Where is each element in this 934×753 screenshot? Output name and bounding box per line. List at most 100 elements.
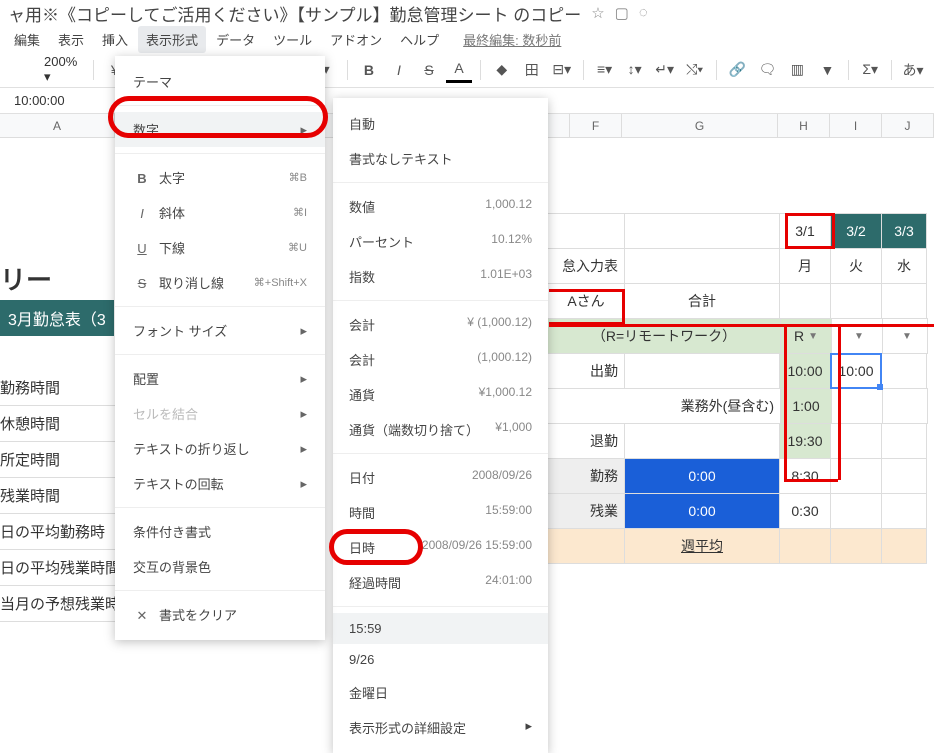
cell-zangyo-000[interactable]: 0:00 [624,493,780,529]
cell-asan[interactable]: Aさん [547,283,625,319]
cell-taikin[interactable]: 退勤 [547,423,625,459]
strike-icon[interactable]: S [416,57,442,83]
chart-icon[interactable]: ▥ [784,57,810,83]
functions-icon[interactable]: Σ▾ [857,57,883,83]
cell-total[interactable]: 合計 [624,283,780,319]
cell-h830[interactable]: 8:30 [779,458,831,494]
zoom-select[interactable]: 200% ▾ [38,54,85,85]
borders-icon[interactable]: 田 [519,57,545,83]
cell-kinmu[interactable]: 勤務 [547,458,625,494]
halign-icon[interactable]: ≡▾ [592,57,618,83]
cell-shukkin[interactable]: 出勤 [547,353,625,389]
cell-r-h[interactable]: R▼ [780,318,832,354]
menu-tools[interactable]: ツール [265,26,320,53]
cell-remote-label[interactable]: （R=リモートワーク） [547,318,781,354]
star-icon[interactable]: ☆ [591,4,604,22]
cell-r-i[interactable]: ▼ [831,318,883,354]
doc-title[interactable]: ャ用※《コピーしてご活用ください》【サンプル】勤怠管理シート のコピー [8,1,581,26]
move-icon[interactable]: ▢ [615,4,629,22]
menu-theme[interactable]: テーマ [115,64,325,99]
cell-i1000[interactable]: 10:00 [830,353,882,389]
menu-clear[interactable]: ✕書式をクリア [115,597,325,632]
cell-h100[interactable]: 1:00 [780,388,832,424]
menu-strike[interactable]: S取り消し線⌘+Shift+X [115,265,325,300]
cell-input-label[interactable]: 怠入力表 [547,248,625,284]
cell-zangyo[interactable]: 残業 [547,493,625,529]
cell-gyomu[interactable]: 業務外(昼含む) [547,388,781,424]
cell-h1930[interactable]: 19:30 [779,423,831,459]
cell-d32[interactable]: 3/2 [830,213,882,249]
bold-icon[interactable]: B [356,57,382,83]
col-a[interactable]: A [0,114,115,137]
menu-wrap[interactable]: テキストの折り返し▸ [115,431,325,466]
cloud-icon[interactable]: ◌ [639,4,648,22]
wrap-icon[interactable]: ↵▾ [652,57,678,83]
last-edit[interactable]: 最終編集: 数秒前 [463,30,561,49]
fmt-more[interactable]: 表示形式の詳細設定▸ [333,710,548,745]
fmt-friday[interactable]: 金曜日 [333,675,548,710]
text-color-icon[interactable]: A [446,57,472,83]
menu-align[interactable]: 配置▸ [115,361,325,396]
menu-number[interactable]: 数字▸ [115,112,325,147]
cell-header-blank[interactable] [624,213,780,249]
filter-icon[interactable]: ▼ [814,57,840,83]
menu-italic[interactable]: I斜体⌘I [115,195,325,230]
merge-icon[interactable]: ⊟▾ [549,57,575,83]
fmt-cur[interactable]: 通貨¥1,000.12 [333,377,548,412]
menu-fontsize[interactable]: フォント サイズ▸ [115,313,325,348]
input-icon[interactable]: あ▾ [900,57,926,83]
cell-h1000[interactable]: 10:00 [779,353,831,389]
menu-rotate[interactable]: テキストの回転▸ [115,466,325,501]
fmt-number[interactable]: 数値1,000.12 [333,189,548,224]
col-i[interactable]: I [830,114,882,137]
col-j[interactable]: J [882,114,934,137]
cell-r1[interactable] [779,283,831,319]
italic-icon[interactable]: I [386,57,412,83]
valign-icon[interactable]: ↕▾ [622,57,648,83]
menu-data[interactable]: データ [208,26,263,53]
fmt-auto[interactable]: 自動 [333,106,548,141]
fmt-acc[interactable]: 会計¥ (1,000.12) [333,307,548,342]
fmt-926[interactable]: 9/26 [333,644,548,675]
cell-r-j[interactable]: ▼ [882,318,928,354]
cell-tue[interactable]: 火 [830,248,882,284]
cell-header-spacer[interactable] [547,213,625,249]
menu-bold[interactable]: B太字⌘B [115,160,325,195]
menu-help[interactable]: ヘルプ [392,26,447,53]
col-g[interactable]: G [622,114,778,137]
col-h[interactable]: H [778,114,830,137]
fmt-percent[interactable]: パーセント10.12% [333,224,548,259]
fmt-duration[interactable]: 経過時間24:01:00 [333,565,548,600]
cell-d31[interactable]: 3/1 [779,213,831,249]
menu-insert[interactable]: 挿入 [94,26,136,53]
cell-kinmu-000[interactable]: 0:00 [624,458,780,494]
fmt-plain[interactable]: 書式なしテキスト [333,141,548,176]
menu-underline[interactable]: U下線⌘U [115,230,325,265]
rotate-icon[interactable]: ⤭▾ [682,57,708,83]
col-f[interactable]: F [570,114,622,137]
cell-mon[interactable]: 月 [779,248,831,284]
comment-icon[interactable]: 🗨 [754,57,780,83]
fmt-time[interactable]: 時間15:59:00 [333,495,548,530]
fmt-datetime[interactable]: 日時2008/09/26 15:59:00 [333,530,548,565]
cell-d33[interactable]: 3/3 [881,213,927,249]
cell-avg[interactable]: 週平均 [624,528,780,564]
menu-format[interactable]: 表示形式 [138,26,206,53]
fmt-exp[interactable]: 指数1.01E+03 [333,259,548,294]
menu-cond[interactable]: 条件付き書式 [115,514,325,549]
menu-addons[interactable]: アドオン [322,26,390,53]
fmt-date[interactable]: 日付2008/09/26 [333,460,548,495]
cell-blank[interactable] [624,248,780,284]
fmt-fin[interactable]: 会計(1,000.12) [333,342,548,377]
fill-color-icon[interactable]: ◆ [489,57,515,83]
cell-h030[interactable]: 0:30 [779,493,831,529]
fmt-curr[interactable]: 通貨（端数切り捨て）¥1,000 [333,412,548,447]
cell-wed[interactable]: 水 [881,248,927,284]
cell-r2[interactable] [830,283,882,319]
menu-view[interactable]: 表示 [50,26,92,53]
fmt-1559[interactable]: 15:59 [333,613,548,644]
menu-edit[interactable]: 編集 [6,26,48,53]
link-icon[interactable]: 🔗 [724,57,750,83]
cell-r3[interactable] [881,283,927,319]
menu-alt[interactable]: 交互の背景色 [115,549,325,584]
